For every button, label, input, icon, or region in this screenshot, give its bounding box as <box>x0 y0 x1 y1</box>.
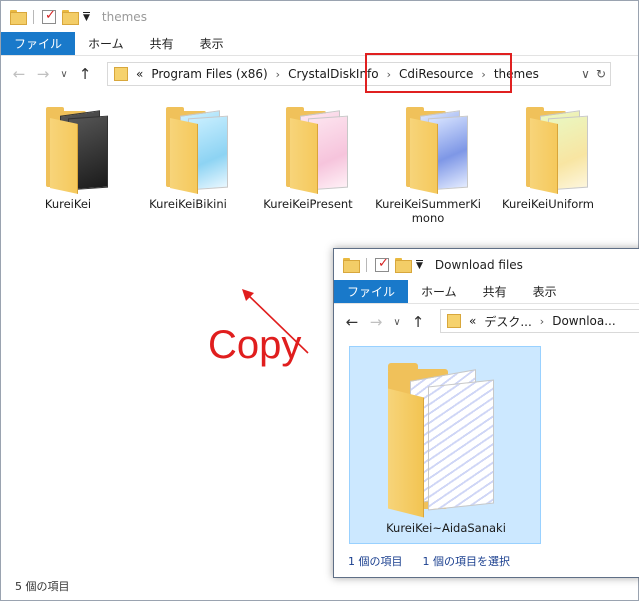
folder-label: KureiKei <box>44 197 92 211</box>
item-count: 1 個の項目 <box>348 555 403 568</box>
chevron-down-icon[interactable]: ∨ <box>581 67 590 81</box>
title-bar: ✓ ▼ Download files <box>334 249 639 280</box>
tab-home[interactable]: ホーム <box>75 32 137 55</box>
separator <box>33 9 34 24</box>
breadcrumb-downloads[interactable]: Downloa... <box>552 314 615 328</box>
tab-share[interactable]: 共有 <box>470 280 520 303</box>
folder-item-kureikei-aidasanaki[interactable]: KureiKei~AidaSanaki <box>349 346 541 544</box>
folder-icon <box>46 107 110 194</box>
copy-annotation-label: Copy <box>208 323 302 367</box>
tab-share[interactable]: 共有 <box>137 32 187 55</box>
folder-label: KureiKeiPresent <box>263 197 353 211</box>
up-arrow-icon[interactable]: ↑ <box>410 313 426 331</box>
breadcrumb-overflow[interactable]: « <box>469 314 476 328</box>
forward-arrow-icon[interactable]: → <box>368 313 384 331</box>
customize-quick-access-icon[interactable]: ▼ <box>416 259 423 270</box>
folder-label: KureiKei~AidaSanaki <box>386 521 506 535</box>
tab-file[interactable]: ファイル <box>1 32 76 55</box>
breadcrumb-program-files[interactable]: Program Files (x86) <box>151 67 267 81</box>
file-list: KureiKei KureiKeiBikini KureiKeiPresent … <box>1 101 639 241</box>
separator <box>366 257 367 272</box>
properties-icon[interactable]: ✓ <box>42 8 56 24</box>
explorer-window-download-files: ✓ ▼ Download files ファイル ホーム 共有 表示 ← → ∨ … <box>333 248 639 578</box>
folder-icon <box>526 107 590 194</box>
breadcrumb-overflow[interactable]: « <box>136 67 143 81</box>
folder-icon <box>406 107 470 194</box>
ribbon-tabs: ファイル ホーム 共有 表示 <box>1 32 638 56</box>
new-folder-icon[interactable] <box>395 258 412 273</box>
refresh-icon[interactable]: ↻ <box>596 67 606 81</box>
tab-file[interactable]: ファイル <box>334 280 409 303</box>
chevron-right-icon[interactable]: › <box>276 68 280 81</box>
up-arrow-icon[interactable]: ↑ <box>77 65 93 83</box>
customize-quick-access-icon[interactable]: ▼ <box>83 11 90 22</box>
title-bar: ✓ ▼ themes <box>1 1 638 32</box>
window-title: Download files <box>434 257 523 272</box>
address-bar[interactable]: « Program Files (x86) › CrystalDiskInfo … <box>107 62 611 86</box>
folder-icon <box>114 67 128 81</box>
properties-icon[interactable]: ✓ <box>375 256 389 272</box>
address-bar[interactable]: « デスク... › Downloa... <box>440 309 639 333</box>
window-title: themes <box>101 9 147 24</box>
ribbon-tabs: ファイル ホーム 共有 表示 <box>334 280 639 304</box>
folder-icon <box>384 363 504 518</box>
status-bar: 1 個の項目 1 個の項目を選択 <box>348 553 510 569</box>
folder-icon <box>343 258 360 273</box>
folder-icon <box>447 314 461 328</box>
tab-home[interactable]: ホーム <box>408 280 470 303</box>
tab-view[interactable]: 表示 <box>187 32 237 55</box>
recent-locations-chevron-icon[interactable]: ∨ <box>59 69 69 80</box>
back-arrow-icon[interactable]: ← <box>344 313 360 331</box>
recent-locations-chevron-icon[interactable]: ∨ <box>392 317 402 328</box>
chevron-right-icon[interactable]: › <box>540 315 544 328</box>
folder-label: KureiKeiBikini <box>149 197 227 211</box>
folder-icon <box>286 107 350 194</box>
forward-arrow-icon[interactable]: → <box>35 65 51 83</box>
folder-label: KureiKeiUniform <box>502 197 594 211</box>
selected-count: 1 個の項目を選択 <box>422 555 511 568</box>
tab-view[interactable]: 表示 <box>520 280 570 303</box>
highlight-box <box>365 53 512 93</box>
back-arrow-icon[interactable]: ← <box>11 65 27 83</box>
status-bar: 5 個の項目 <box>15 580 70 593</box>
breadcrumb-desktop[interactable]: デスク... <box>484 313 531 330</box>
new-folder-icon[interactable] <box>62 10 79 25</box>
folder-icon <box>166 107 230 194</box>
folder-label: KureiKeiSummerKimono <box>375 197 481 225</box>
folder-icon <box>10 10 27 25</box>
